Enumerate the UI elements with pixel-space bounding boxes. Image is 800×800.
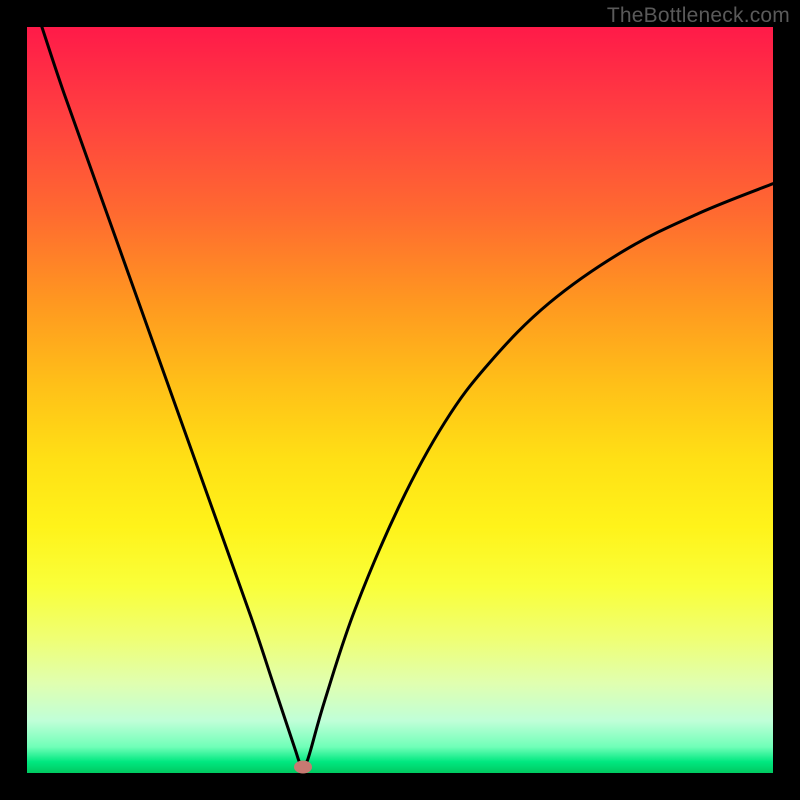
plot-area bbox=[27, 27, 773, 773]
watermark-text: TheBottleneck.com bbox=[607, 4, 790, 28]
optimal-point-marker bbox=[294, 761, 312, 774]
watermark-label: TheBottleneck.com bbox=[607, 4, 790, 27]
bottleneck-curve bbox=[27, 27, 773, 773]
chart-container: TheBottleneck.com bbox=[0, 0, 800, 800]
